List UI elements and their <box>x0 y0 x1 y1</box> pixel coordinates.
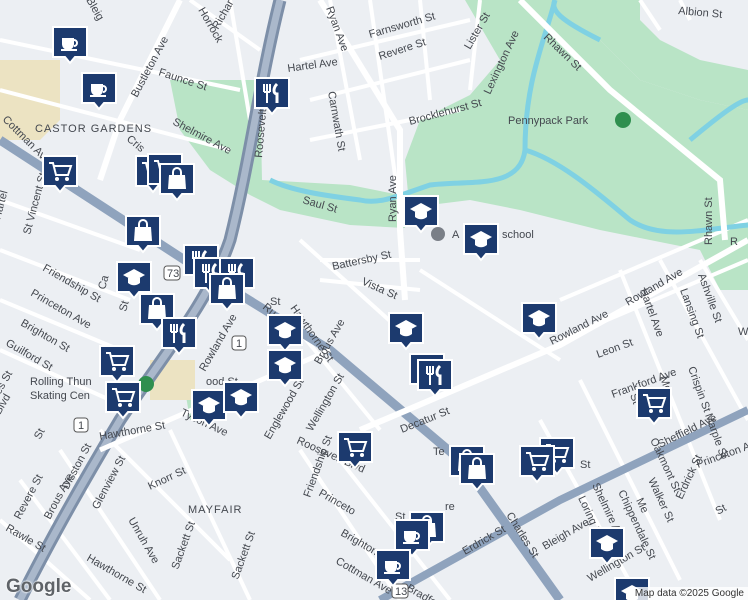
route-shield-13: 13 <box>391 583 409 599</box>
school-marker[interactable] <box>223 381 259 420</box>
park-icon <box>615 112 631 128</box>
street-label: Rhawn St <box>703 197 715 245</box>
school-marker[interactable] <box>589 527 625 566</box>
restaurant-marker[interactable] <box>254 77 290 116</box>
cafe-marker[interactable] <box>81 72 117 111</box>
map-attribution[interactable]: Map data ©2025 Google <box>630 587 748 600</box>
school-marker[interactable] <box>267 314 303 353</box>
neighborhood-castor-gardens: CASTOR GARDENS <box>35 123 152 135</box>
poi-pennypack-park: Pennypack Park <box>508 115 589 127</box>
street-label: St <box>580 459 590 471</box>
poi-rolling-thunder-1: Rolling Thun <box>30 376 92 388</box>
school-marker[interactable] <box>116 261 152 300</box>
grocery-marker[interactable] <box>636 387 672 426</box>
map-canvas[interactable]: CASTOR GARDENS MAYFAIR Pennypack Park A … <box>0 0 748 600</box>
svg-text:73: 73 <box>167 268 179 280</box>
cafe-marker[interactable] <box>375 549 411 588</box>
neighborhood-mayfair: MAYFAIR <box>188 504 242 516</box>
school-marker[interactable] <box>521 302 557 341</box>
street-label: St <box>270 296 280 308</box>
svg-text:13: 13 <box>395 586 407 598</box>
school-marker[interactable] <box>388 312 424 351</box>
grocery-marker[interactable] <box>99 345 135 384</box>
svg-text:1: 1 <box>78 420 84 432</box>
street-label: re <box>445 501 455 513</box>
street-label: Te <box>433 446 445 458</box>
restaurant-marker[interactable] <box>161 317 197 356</box>
route-shield-1b: 1 <box>231 335 247 351</box>
school-icon-gray <box>431 227 445 241</box>
street-label: Walke <box>738 326 748 338</box>
shop-marker[interactable] <box>125 215 161 254</box>
school-marker[interactable] <box>403 195 439 234</box>
poi-school-a: A <box>452 229 460 241</box>
school-marker[interactable] <box>463 223 499 262</box>
route-shield-73: 73 <box>163 265 181 281</box>
shop-marker[interactable] <box>159 163 195 202</box>
shop-marker[interactable] <box>459 453 495 492</box>
school-marker[interactable] <box>191 389 227 428</box>
poi-school-tail: school <box>502 229 534 241</box>
poi-rolling-thunder-2: Skating Cen <box>30 390 90 402</box>
grocery-marker[interactable] <box>42 155 78 194</box>
grocery-marker[interactable] <box>519 445 555 484</box>
school-marker[interactable] <box>267 349 303 388</box>
google-logo: Google <box>6 576 72 597</box>
street-label: R <box>730 236 738 248</box>
shop-marker[interactable] <box>209 273 245 312</box>
grocery-marker[interactable] <box>105 381 141 420</box>
cafe-marker[interactable] <box>52 26 88 65</box>
restaurant-marker[interactable] <box>417 359 453 398</box>
street-label: Ryan Ave <box>387 175 399 222</box>
grocery-marker[interactable] <box>337 431 373 470</box>
route-shield-1: 1 <box>73 417 89 433</box>
svg-text:1: 1 <box>236 338 242 350</box>
